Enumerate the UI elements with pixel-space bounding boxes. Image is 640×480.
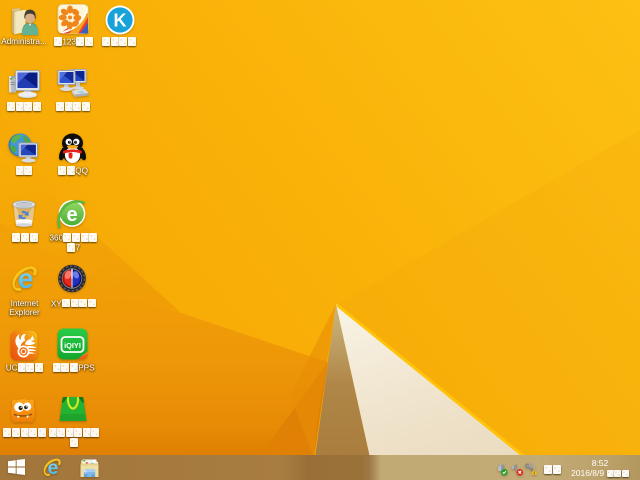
svg-text:iQIYI: iQIYI xyxy=(64,341,81,350)
svg-text:K: K xyxy=(114,11,127,31)
svg-text:e: e xyxy=(66,204,77,226)
